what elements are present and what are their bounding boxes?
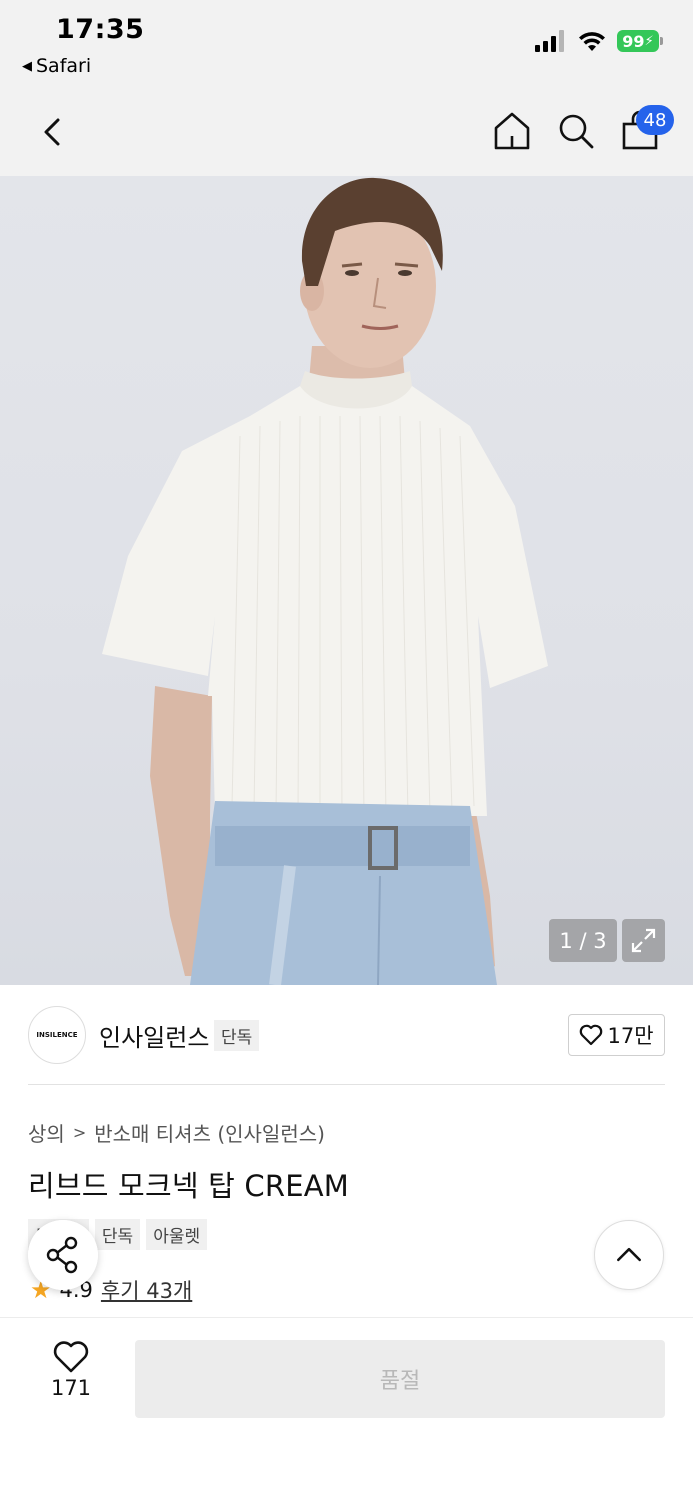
product-tag: 단독 — [94, 1219, 141, 1250]
brand-logo[interactable]: INSILENCE — [28, 1006, 86, 1064]
wifi-icon — [579, 32, 605, 51]
wishlist-count: 171 — [50, 1376, 92, 1400]
battery-level: 99 — [622, 31, 645, 51]
brand-logo-text: INSILENCE — [36, 1031, 78, 1039]
cart-count-badge: 48 — [636, 105, 674, 135]
heart-icon — [53, 1341, 89, 1373]
brand-like-count: 17만 — [607, 1024, 654, 1048]
review-link[interactable]: 후기 43개 — [101, 1275, 192, 1305]
image-counter: 1 / 3 — [549, 919, 617, 962]
brand-like-button[interactable]: 17만 — [568, 1014, 665, 1056]
product-image[interactable] — [0, 176, 693, 985]
back-triangle-icon: ◀ — [22, 58, 32, 74]
nav-bar: 48 — [0, 88, 693, 176]
cellular-signal-icon — [535, 30, 564, 52]
breadcrumb: 상의 > 반소매 티셔츠 (인사일런스) — [28, 1118, 325, 1147]
chevron-right-icon: > — [72, 1123, 87, 1142]
model-photo-illustration — [102, 177, 548, 985]
back-arrow-icon[interactable] — [34, 110, 74, 154]
back-app-label: Safari — [36, 55, 92, 77]
status-icons: 99 ⚡ — [535, 30, 663, 52]
scroll-top-icon[interactable] — [594, 1220, 664, 1290]
status-bar: 17:35 ◀ Safari 99 ⚡ — [0, 0, 693, 88]
product-title: 리브드 모크넥 탑 CREAM — [28, 1169, 349, 1203]
charging-bolt-icon: ⚡ — [644, 33, 654, 49]
breadcrumb-item[interactable]: 상의 — [28, 1118, 65, 1147]
heart-icon — [580, 1024, 603, 1046]
status-time: 17:35 — [56, 14, 145, 45]
divider — [28, 1084, 665, 1085]
battery-indicator: 99 ⚡ — [617, 30, 663, 52]
brand-exclusive-tag: 단독 — [214, 1020, 260, 1051]
expand-icon[interactable] — [622, 919, 665, 962]
share-icon[interactable] — [28, 1220, 98, 1290]
wishlist-button[interactable]: 171 — [40, 1340, 102, 1412]
home-icon[interactable] — [490, 108, 534, 154]
breadcrumb-item[interactable]: 반소매 티셔츠 (인사일런스) — [94, 1118, 325, 1147]
product-tag: 아울렛 — [146, 1219, 208, 1250]
search-icon[interactable] — [554, 108, 598, 154]
sold-out-button[interactable]: 품절 — [135, 1340, 665, 1418]
back-to-app-link[interactable]: ◀ Safari — [22, 55, 91, 77]
brand-name[interactable]: 인사일런스 — [99, 1018, 209, 1053]
